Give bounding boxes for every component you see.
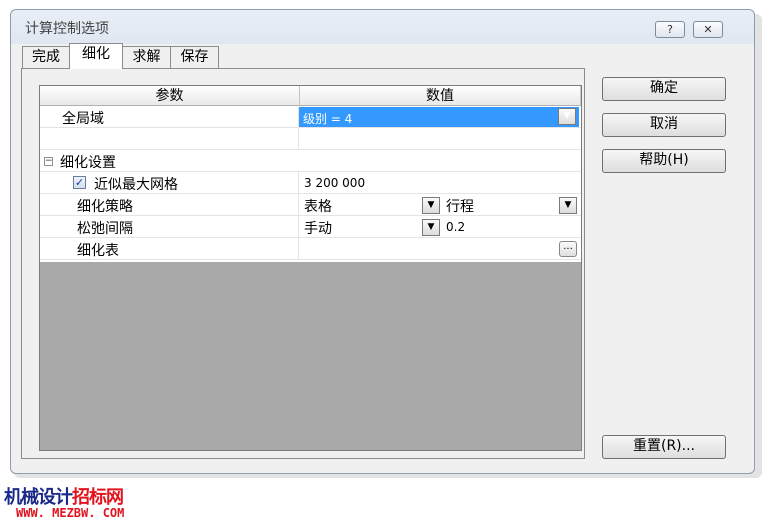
collapse-icon[interactable]: − [44, 157, 53, 166]
watermark-text-2: 招标网 [72, 487, 124, 508]
global-level-select[interactable]: 级别 = 4 ▼ [299, 107, 579, 127]
refine-strategy-value[interactable]: 表格 [304, 196, 332, 216]
relax-interval-label: 松弛间隔 [77, 221, 133, 237]
section-label: 细化设置 [60, 155, 116, 171]
row-refine-table[interactable]: 细化表 ... [40, 238, 581, 260]
reset-button[interactable]: 重置(R)... [602, 435, 726, 459]
tab-refine[interactable]: 细化 [69, 43, 123, 69]
ellipsis-button[interactable]: ... [559, 241, 577, 257]
tab-solve[interactable]: 求解 [122, 46, 171, 68]
chevron-down-icon[interactable]: ▼ [422, 219, 440, 236]
watermark-text-1: 机械设计 [4, 487, 73, 508]
global-domain-label: 全局域 [62, 111, 104, 127]
refine-table-label: 细化表 [77, 243, 119, 259]
help-title-button[interactable]: ? [655, 21, 685, 38]
row-refine-strategy[interactable]: 细化策略 表格 ▼ 行程 ▼ [40, 194, 581, 216]
header-value: 数值 [300, 86, 581, 106]
refine-strategy-label: 细化策略 [77, 199, 133, 215]
global-level-value: 级别 = 4 [303, 112, 353, 126]
watermark-url: WWW. MEZBW. COM [16, 506, 125, 520]
tab-save[interactable]: 保存 [170, 46, 219, 68]
row-global-domain[interactable]: 全局域 级别 = 4 ▼ [40, 106, 581, 128]
approx-max-mesh-value[interactable]: 3 200 000 [304, 176, 365, 190]
approx-max-mesh-checkbox[interactable]: ✓ [73, 176, 86, 189]
help-button[interactable]: 帮助(H) [602, 149, 726, 173]
row-label-cell [40, 128, 299, 150]
ok-button[interactable]: 确定 [602, 77, 726, 101]
close-title-button[interactable]: ✕ [693, 21, 723, 38]
title-bar: 计算控制选项 ? ✕ [11, 10, 754, 44]
chevron-down-icon[interactable]: ▼ [558, 108, 576, 125]
header-param: 参数 [40, 86, 300, 106]
row-approx-max-mesh[interactable]: ✓ 近似最大网格 3 200 000 [40, 172, 581, 194]
relax-interval-value2[interactable]: 0.2 [446, 220, 465, 234]
chevron-down-icon[interactable]: ▼ [559, 197, 577, 214]
chevron-down-icon[interactable]: ▼ [422, 197, 440, 214]
relax-interval-value[interactable]: 手动 [304, 218, 332, 238]
dialog-title: 计算控制选项 [25, 21, 109, 37]
property-grid: 参数 数值 全局域 级别 = 4 ▼ − 细化设置 ✓ 近似最大网格 3 200… [39, 85, 582, 451]
row-empty [40, 128, 581, 150]
approx-max-mesh-label: 近似最大网格 [94, 177, 178, 193]
row-relax-interval[interactable]: 松弛间隔 手动 ▼ 0.2 [40, 216, 581, 238]
cancel-button[interactable]: 取消 [602, 113, 726, 137]
row-section-refine-settings[interactable]: − 细化设置 [40, 150, 581, 172]
tab-finish[interactable]: 完成 [22, 46, 70, 68]
refine-strategy-value2[interactable]: 行程 [446, 196, 474, 216]
